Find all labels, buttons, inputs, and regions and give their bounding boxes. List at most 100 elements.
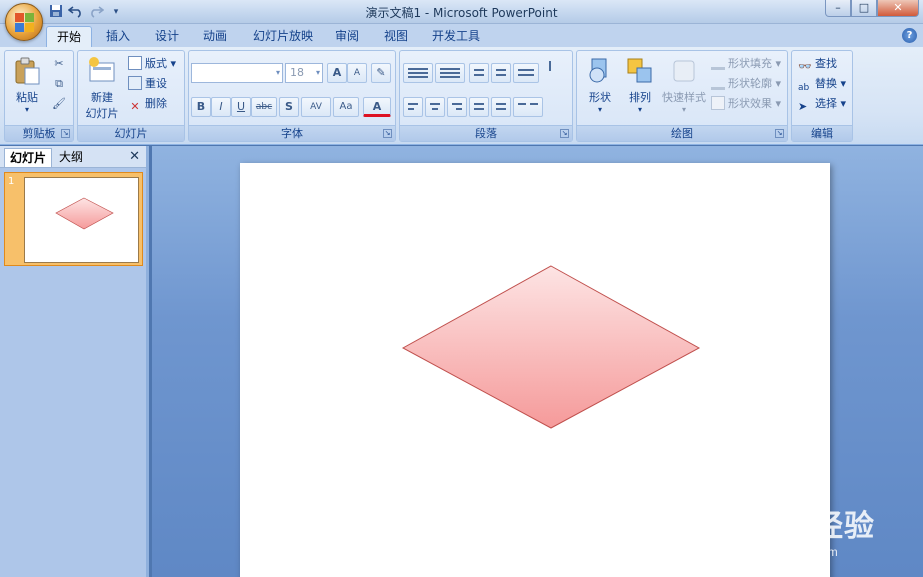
- font-size-value: 18: [290, 66, 304, 79]
- replace-label: 替换: [815, 77, 837, 90]
- tab-home[interactable]: 开始: [46, 26, 93, 47]
- bullets-icon[interactable]: [403, 63, 433, 83]
- shrink-font-button[interactable]: A: [347, 63, 367, 83]
- shapes-icon: [584, 55, 616, 87]
- binoculars-icon: 👓: [798, 60, 812, 73]
- align-center-icon[interactable]: [425, 97, 445, 117]
- shape-fill-button[interactable]: 形状填充 ▾: [711, 55, 781, 73]
- numbering-icon[interactable]: [435, 63, 465, 83]
- text-direction-icon[interactable]: [543, 57, 565, 77]
- change-case-button[interactable]: Aa: [333, 97, 359, 117]
- replace-icon: ab: [798, 83, 810, 93]
- cut-icon[interactable]: ✂: [49, 55, 69, 75]
- tab-view[interactable]: 视图: [374, 26, 418, 47]
- reset-button[interactable]: 重设: [128, 75, 167, 93]
- font-name-combo[interactable]: ▾: [191, 63, 283, 83]
- shadow-button[interactable]: S: [279, 97, 299, 117]
- paragraph-group: 段落 ↘: [399, 50, 573, 142]
- find-button[interactable]: 👓 查找: [798, 55, 837, 73]
- slide-number: 1: [8, 176, 15, 187]
- quick-styles-button[interactable]: 快速样式 ▾: [659, 55, 709, 114]
- font-color-button[interactable]: A: [363, 97, 391, 117]
- align-right-icon[interactable]: [447, 97, 467, 117]
- tab-animations[interactable]: 动画: [193, 26, 237, 47]
- quick-styles-label: 快速样式: [662, 91, 706, 104]
- shapes-button[interactable]: 形状 ▾: [581, 55, 619, 114]
- font-group: ▾ 18 ▾ A A ✎ B I U abc S AV Aa A 字体 ↘: [188, 50, 396, 142]
- char-spacing-button[interactable]: AV: [301, 97, 331, 117]
- delete-label: 删除: [145, 97, 167, 110]
- drawing-launcher-icon[interactable]: ↘: [775, 129, 784, 138]
- tab-slideshow[interactable]: 幻灯片放映: [243, 26, 323, 47]
- watermark-url: jingyan.baidu.com: [725, 545, 839, 559]
- paste-label: 粘贴: [16, 91, 38, 104]
- italic-button[interactable]: I: [211, 97, 231, 117]
- justify-icon[interactable]: [469, 97, 489, 117]
- paste-button[interactable]: 粘贴 ▾: [9, 55, 45, 114]
- tab-outline-pane[interactable]: 大纲: [54, 148, 88, 167]
- drawing-group: 形状 ▾ 排列 ▾ 快速样式 ▾ 形状填充 ▾ 形状轮廓 ▾ 形状效果 ▾ 绘图…: [576, 50, 788, 142]
- clipboard-launcher-icon[interactable]: ↘: [61, 129, 70, 138]
- slide-editor: Bai du 经验 jingyan.baidu.com: [152, 146, 923, 577]
- ribbon-tabs: 开始 插入 设计 动画 幻灯片放映 审阅 视图 开发工具 ?: [0, 24, 923, 47]
- tab-design[interactable]: 设计: [145, 26, 189, 47]
- arrange-button[interactable]: 排列 ▾: [621, 55, 659, 114]
- editing-group: 👓 查找 ab 替换 ▾ ➤ 选择 ▾ 编辑: [791, 50, 853, 142]
- slide-thumbnail: [24, 177, 139, 263]
- title-bar: ▾ 演示文稿1 - Microsoft PowerPoint – □ ✕: [0, 0, 923, 24]
- format-painter-icon[interactable]: 🖌: [49, 95, 69, 115]
- maximize-button[interactable]: □: [851, 0, 877, 17]
- grow-font-button[interactable]: A: [327, 63, 347, 83]
- clipboard-group: 粘贴 ▾ ✂ ⧉ 🖌 剪贴板 ↘: [4, 50, 74, 142]
- strikethrough-button[interactable]: abc: [251, 97, 277, 117]
- minimize-button[interactable]: –: [825, 0, 851, 17]
- delete-button[interactable]: ✕ 删除: [128, 95, 167, 113]
- slide-thumbnail-selected[interactable]: 1: [4, 172, 143, 266]
- new-slide-label-1: 新建: [91, 91, 113, 104]
- increase-indent-icon[interactable]: [491, 63, 511, 83]
- font-launcher-icon[interactable]: ↘: [383, 129, 392, 138]
- editing-group-label: 编辑: [792, 125, 852, 141]
- shape-outline-label: 形状轮廓: [728, 77, 772, 90]
- font-size-combo[interactable]: 18 ▾: [285, 63, 323, 83]
- underline-button[interactable]: U: [231, 97, 251, 117]
- slides-pane: 幻灯片 大纲 ✕ 1: [0, 146, 149, 577]
- shapes-label: 形状: [589, 91, 611, 104]
- new-slide-button[interactable]: 新建 幻灯片: [80, 55, 124, 121]
- paragraph-launcher-icon[interactable]: ↘: [560, 129, 569, 138]
- layout-button[interactable]: 版式 ▾: [128, 55, 176, 73]
- new-slide-icon: [86, 55, 118, 87]
- shape-fill-label: 形状填充: [728, 57, 772, 70]
- align-left-icon[interactable]: [403, 97, 423, 117]
- cursor-icon: ➤: [798, 100, 808, 113]
- drawing-group-label: 绘图: [577, 125, 787, 141]
- shape-outline-button[interactable]: 形状轮廓 ▾: [711, 75, 781, 93]
- smartart-icon[interactable]: [547, 97, 567, 117]
- paint-bucket-icon: [711, 56, 725, 70]
- tab-developer[interactable]: 开发工具: [422, 26, 490, 47]
- bold-button[interactable]: B: [191, 97, 211, 117]
- close-button[interactable]: ✕: [877, 0, 919, 17]
- paragraph-group-label: 段落: [400, 125, 572, 141]
- clear-format-icon[interactable]: ✎: [371, 63, 391, 83]
- line-spacing-icon[interactable]: [513, 63, 539, 83]
- shape-effects-button[interactable]: 形状效果 ▾: [711, 95, 781, 113]
- select-button[interactable]: ➤ 选择 ▾: [798, 95, 846, 113]
- tab-insert[interactable]: 插入: [96, 26, 140, 47]
- pen-icon: [711, 76, 725, 90]
- replace-button[interactable]: ab 替换 ▾: [798, 75, 846, 93]
- delete-icon: ✕: [130, 100, 140, 113]
- pane-close-icon[interactable]: ✕: [129, 149, 140, 164]
- ribbon: 粘贴 ▾ ✂ ⧉ 🖌 剪贴板 ↘ 新建 幻灯片 版式 ▾ 重设 ✕ 删除 幻灯片 …: [0, 47, 923, 145]
- effects-icon: [711, 96, 725, 110]
- copy-icon[interactable]: ⧉: [49, 75, 69, 95]
- tab-slides-pane[interactable]: 幻灯片: [4, 148, 53, 167]
- reset-label: 重设: [145, 77, 167, 90]
- office-button[interactable]: [5, 3, 43, 41]
- distributed-icon[interactable]: [491, 97, 511, 117]
- decrease-indent-icon[interactable]: [469, 63, 489, 83]
- help-icon[interactable]: ?: [902, 28, 917, 43]
- arrange-label: 排列: [629, 91, 651, 104]
- columns-icon[interactable]: [513, 97, 543, 117]
- tab-review[interactable]: 审阅: [325, 26, 369, 47]
